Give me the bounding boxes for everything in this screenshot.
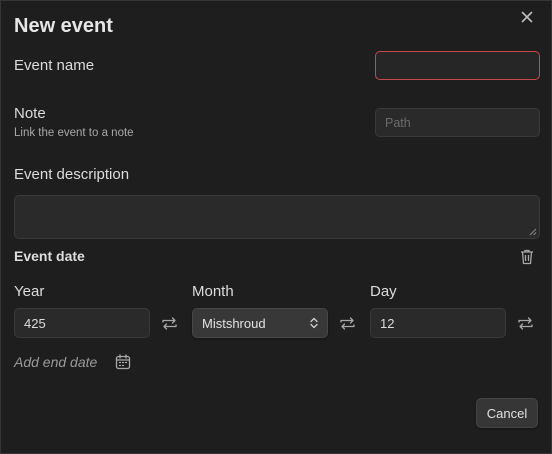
swap-icon: [517, 316, 533, 330]
note-path-placeholder: Path: [385, 115, 411, 130]
chevron-updown-icon: [310, 317, 318, 329]
event-description-textarea[interactable]: [14, 195, 540, 239]
swap-icon: [161, 316, 177, 330]
add-end-date-link[interactable]: Add end date: [14, 354, 97, 370]
note-path-input[interactable]: Path: [375, 108, 540, 137]
event-name-label: Event name: [14, 57, 95, 74]
event-description-label: Event description: [14, 166, 130, 183]
year-value: 425: [24, 315, 46, 331]
year-toggle-button[interactable]: [159, 313, 179, 333]
year-label: Year: [14, 283, 45, 300]
new-event-modal: New event Event name Note Link the event…: [0, 0, 552, 454]
cancel-button[interactable]: Cancel: [476, 398, 538, 428]
delete-date-button[interactable]: [517, 246, 537, 266]
trash-icon: [521, 249, 533, 264]
day-label: Day: [370, 283, 397, 300]
swap-icon: [339, 316, 355, 330]
month-toggle-button[interactable]: [337, 313, 357, 333]
resize-grip-icon[interactable]: [529, 228, 537, 236]
close-icon: [521, 11, 533, 23]
day-input[interactable]: 12: [370, 308, 506, 338]
event-name-input[interactable]: [375, 51, 540, 80]
event-date-title: Event date: [14, 248, 85, 264]
day-value: 12: [380, 315, 395, 331]
year-input[interactable]: 425: [14, 308, 150, 338]
month-value: Mistshroud: [202, 315, 266, 331]
day-toggle-button[interactable]: [515, 313, 535, 333]
modal-title: New event: [14, 15, 113, 37]
note-label: Note: [14, 105, 46, 122]
add-end-date-button[interactable]: [113, 352, 133, 372]
month-select[interactable]: Mistshroud: [192, 308, 328, 338]
month-label: Month: [192, 283, 234, 300]
note-sublabel: Link the event to a note: [14, 127, 134, 139]
close-button[interactable]: [517, 7, 537, 27]
calendar-icon: [115, 354, 131, 370]
